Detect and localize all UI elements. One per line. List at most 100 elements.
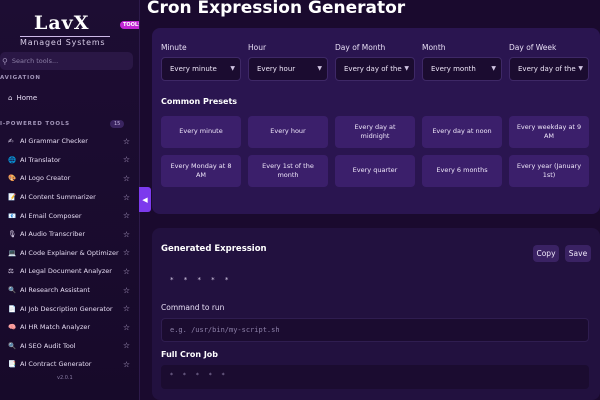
- preset-button[interactable]: Every Monday at 8 AM: [161, 155, 241, 187]
- star-icon[interactable]: ☆: [123, 304, 130, 313]
- home-icon: ⌂: [8, 94, 13, 102]
- full-cron-job-title: Full Cron Job: [161, 350, 219, 359]
- sidebar-item-label: AI Grammar Checker: [20, 137, 88, 146]
- select-value: Every day of the: [518, 65, 576, 73]
- tool-icon: 🎨: [8, 174, 17, 183]
- sidebar-item-tool[interactable]: 🌐 AI Translator ☆: [8, 151, 132, 170]
- tool-icon: ✍: [8, 137, 14, 146]
- command-label: Command to run: [161, 303, 225, 312]
- preset-button[interactable]: Every minute: [161, 116, 241, 148]
- preset-button[interactable]: Every day at midnight: [335, 116, 415, 148]
- star-icon[interactable]: ☆: [123, 193, 130, 202]
- tool-icon: 💻: [8, 248, 17, 257]
- chevron-down-icon: ▼: [317, 65, 322, 72]
- sidebar-item-label: AI Contract Generator: [20, 360, 92, 369]
- copy-button[interactable]: Copy: [533, 245, 559, 262]
- star-icon[interactable]: ☆: [123, 267, 130, 276]
- sidebar-item-label: AI Audio Transcriber: [20, 230, 85, 239]
- logo[interactable]: LavX TOOLS Managed Systems: [20, 12, 139, 48]
- star-icon[interactable]: ☆: [123, 323, 130, 332]
- tool-icon: 🎙: [8, 230, 17, 239]
- preset-button[interactable]: Every 6 months: [422, 155, 502, 187]
- collapse-sidebar-button[interactable]: ◀: [139, 187, 151, 212]
- month-label: Month: [422, 43, 446, 52]
- sidebar-item-tool[interactable]: 🧠 AI HR Match Analyzer ☆: [8, 318, 132, 337]
- star-icon[interactable]: ☆: [123, 137, 130, 146]
- tool-icon: 🔍: [8, 341, 17, 350]
- chevron-down-icon: ▼: [491, 65, 496, 72]
- day-of-month-select[interactable]: Every day of the ▼: [335, 57, 415, 81]
- select-value: Every minute: [170, 65, 217, 73]
- logo-divider: [20, 36, 110, 37]
- sidebar-item-label: AI Legal Document Analyzer: [20, 267, 112, 276]
- sidebar-item-label: AI Job Description Generator: [20, 304, 113, 313]
- sidebar-item-tool[interactable]: 📧 AI Email Composer ☆: [8, 206, 132, 225]
- sidebar-item-tool[interactable]: 📄 AI Job Description Generator ☆: [8, 299, 132, 318]
- presets-title: Common Presets: [161, 97, 238, 106]
- star-icon[interactable]: ☆: [123, 230, 130, 239]
- hour-label: Hour: [248, 43, 267, 52]
- star-icon[interactable]: ☆: [123, 248, 130, 257]
- sidebar-item-tool[interactable]: 🎨 AI Logo Creator ☆: [8, 169, 132, 188]
- logo-text: LavX: [34, 12, 90, 34]
- sidebar-item-home[interactable]: ⌂ Home: [8, 94, 37, 102]
- sidebar-item-tool[interactable]: 🔍 AI Research Assistant ☆: [8, 281, 132, 300]
- preset-button[interactable]: Every weekday at 9 AM: [509, 116, 589, 148]
- tool-icon: 📧: [8, 211, 17, 220]
- sidebar-item-tool[interactable]: 🎙 AI Audio Transcriber ☆: [8, 225, 132, 244]
- day-of-month-label: Day of Month: [335, 43, 386, 52]
- star-icon[interactable]: ☆: [123, 211, 130, 220]
- navigation-section-label: AVIGATION: [0, 75, 41, 81]
- tool-icon: 📝: [8, 193, 17, 202]
- day-of-week-label: Day of Week: [509, 43, 557, 52]
- select-value: Every hour: [257, 65, 296, 73]
- sidebar-item-label: AI Logo Creator: [20, 174, 71, 183]
- tool-icon: 📑: [8, 360, 17, 369]
- chevron-down-icon: ▼: [404, 65, 409, 72]
- month-select[interactable]: Every month ▼: [422, 57, 502, 81]
- star-icon[interactable]: ☆: [123, 341, 130, 350]
- minute-label: Minute: [161, 43, 187, 52]
- hour-select[interactable]: Every hour ▼: [248, 57, 328, 81]
- search-input[interactable]: [11, 57, 122, 65]
- sidebar-item-tool[interactable]: 🔍 AI SEO Audit Tool ☆: [8, 337, 132, 356]
- star-icon[interactable]: ☆: [123, 174, 130, 183]
- tools-count-badge: 15: [110, 120, 125, 128]
- tool-icon: ⚖: [8, 267, 14, 276]
- sidebar-item-label: AI Email Composer: [20, 211, 82, 220]
- cron-expression: * * * * *: [170, 276, 233, 284]
- preset-button[interactable]: Every 1st of the month: [248, 155, 328, 187]
- sidebar-item-label: AI Research Assistant: [20, 286, 90, 295]
- sidebar-item-label: AI Code Explainer & Optimizer: [20, 248, 119, 257]
- tool-icon: 🧠: [8, 323, 17, 332]
- day-of-week-select[interactable]: Every day of the ▼: [509, 57, 589, 81]
- sidebar-item-label: AI Translator: [20, 155, 61, 164]
- preset-button[interactable]: Every year (January 1st): [509, 155, 589, 187]
- minute-select[interactable]: Every minute ▼: [161, 57, 241, 81]
- sidebar-item-tool[interactable]: 📝 AI Content Summarizer ☆: [8, 188, 132, 207]
- sidebar-item-tool[interactable]: 💻 AI Code Explainer & Optimizer ☆: [8, 244, 132, 263]
- sidebar-item-label: AI SEO Audit Tool: [20, 341, 76, 350]
- logo-subtitle: Managed Systems: [20, 38, 106, 47]
- star-icon[interactable]: ☆: [123, 286, 130, 295]
- sidebar-item-tool[interactable]: ⚖ AI Legal Document Analyzer ☆: [8, 262, 132, 281]
- search-box[interactable]: ⚲: [0, 52, 133, 70]
- star-icon[interactable]: ☆: [123, 155, 130, 164]
- tool-icon: 🔍: [8, 286, 17, 295]
- sidebar-item-label: AI HR Match Analyzer: [20, 323, 91, 332]
- chevron-left-icon: ◀: [142, 195, 148, 204]
- chevron-down-icon: ▼: [230, 65, 235, 72]
- sidebar-item-tool[interactable]: 📑 AI Contract Generator ☆: [8, 355, 132, 374]
- star-icon[interactable]: ☆: [123, 360, 130, 369]
- save-button[interactable]: Save: [565, 245, 591, 262]
- sidebar-item-label: AI Content Summarizer: [20, 193, 96, 202]
- preset-button[interactable]: Every quarter: [335, 155, 415, 187]
- version-label: v2.0.1: [57, 375, 73, 381]
- preset-button[interactable]: Every hour: [248, 116, 328, 148]
- sidebar-item-tool[interactable]: ✍ AI Grammar Checker ☆: [8, 132, 132, 151]
- command-input[interactable]: [161, 318, 589, 342]
- sidebar: LavX TOOLS Managed Systems ⚲ AVIGATION ⌂…: [0, 0, 140, 400]
- preset-button[interactable]: Every day at noon: [422, 116, 502, 148]
- search-icon: ⚲: [2, 56, 8, 66]
- generated-expression-title: Generated Expression: [161, 244, 267, 254]
